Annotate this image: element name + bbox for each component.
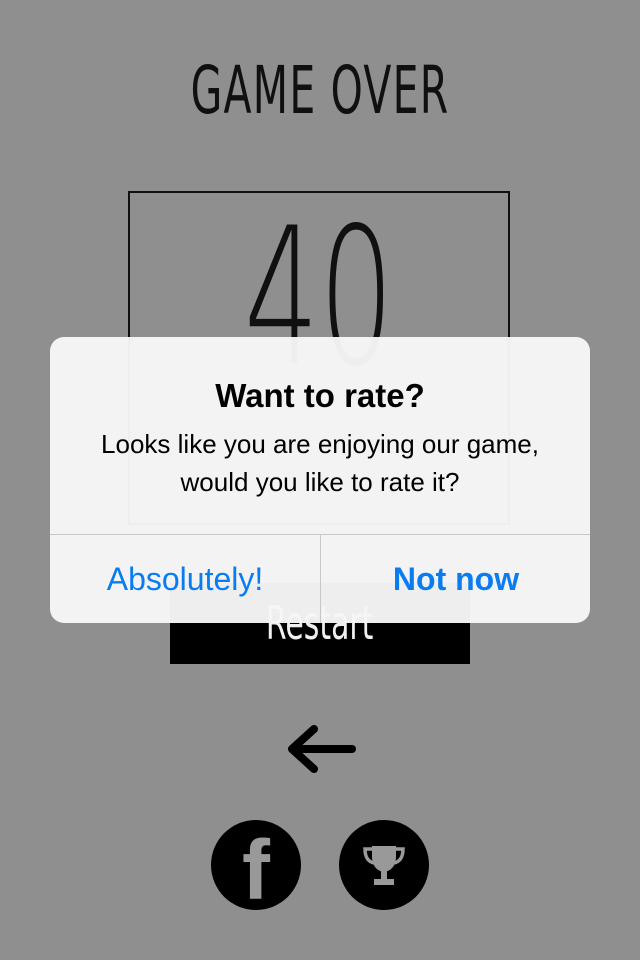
alert-title: Want to rate? (215, 377, 425, 414)
rate-alert-dialog: Want to rate? Looks like you are enjoyin… (50, 337, 590, 623)
not-now-button[interactable]: Not now (321, 535, 590, 623)
alert-message: Looks like you are enjoying our game, wo… (101, 429, 539, 497)
absolutely-button[interactable]: Absolutely! (50, 535, 320, 623)
